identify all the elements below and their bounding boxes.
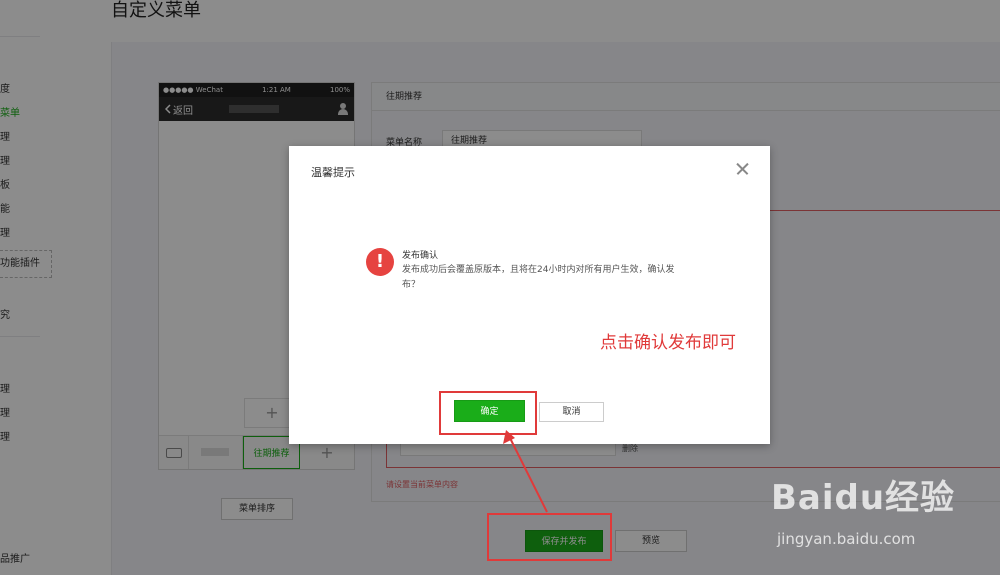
baidu-watermark: Baidu经验 jingyan.baidu.com <box>765 466 1000 575</box>
watermark-url: jingyan.baidu.com <box>777 530 916 548</box>
watermark-brand: Baidu经验 <box>771 478 956 518</box>
